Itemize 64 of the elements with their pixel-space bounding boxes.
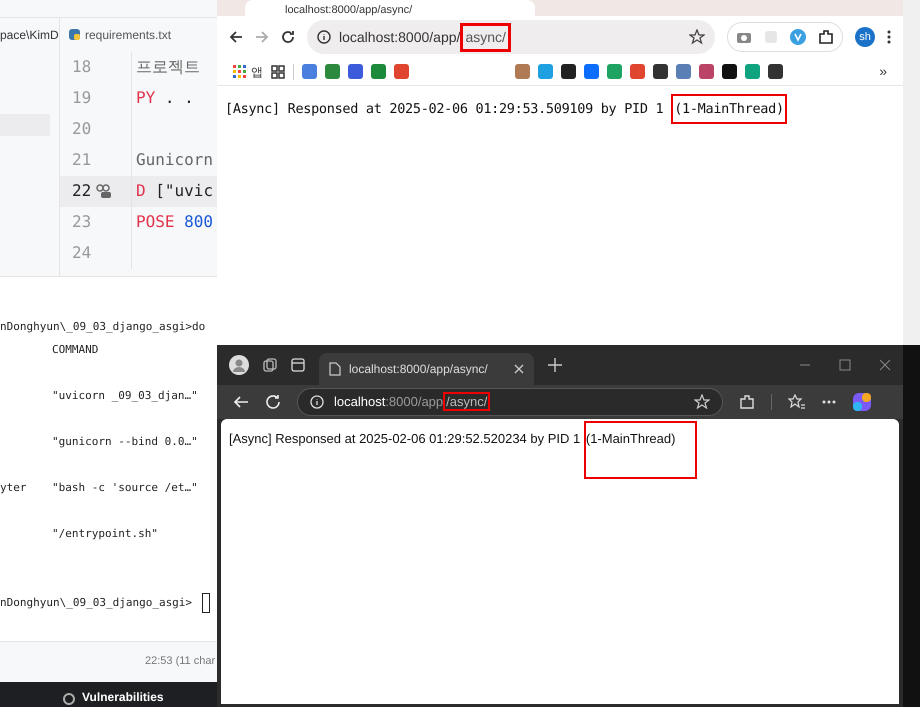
address-bar[interactable]: localhost:8000/app/ async/ [307,20,715,54]
status-text: 22:53 (11 char [145,654,216,670]
star-icon[interactable] [689,29,705,45]
line-number: 20 [72,118,92,140]
terminal-text: "/entrypoint.sh" [52,526,158,542]
highlighted-text: (1-MainThread) [671,94,787,124]
terminal-text: nDonghyun\_09_03_django_asgi> [0,594,192,611]
bookmark-icon[interactable] [768,64,783,79]
page-text: [Async] Responsed at 2025-02-06 01:29:52.520234 by PID 1 [229,430,582,448]
editor-tab[interactable]: requirements.txt [60,18,217,52]
extension-icon[interactable] [790,29,806,45]
workspaces-icon[interactable] [263,358,277,372]
more-icon[interactable] [887,30,891,44]
close-icon[interactable] [879,359,891,371]
terminal-text: "bash -c 'source /et…" [52,480,198,496]
line-number: 24 [72,242,92,264]
terminal-text: "uvicorn _09_03_djan…" [52,388,198,404]
bookmark-icon[interactable] [722,64,737,79]
browser-tab[interactable]: localhost:8000/app/async/ [245,0,535,16]
puzzle-icon[interactable] [818,29,834,45]
line-number: 21 [72,149,92,172]
extensions-icon[interactable] [739,394,755,410]
code-line: D ["uvic [135,180,214,202]
more-icon[interactable] [822,400,836,404]
grid-icon[interactable] [271,64,285,78]
bookmark-icon[interactable] [561,64,576,79]
terminal-text: yter [0,480,26,496]
browser-tab[interactable]: localhost:8000/app/async/ [319,353,534,385]
profile-avatar[interactable]: sh [855,27,875,47]
line-number: 19 [72,87,92,110]
page-icon[interactable] [329,362,341,376]
code-line: Gunicorn [135,149,214,172]
new-tab-icon[interactable] [548,358,562,372]
page-text: [Async] Responsed at 2025-02-06 01:29:53.509109 by PID 1 [225,100,664,119]
close-icon[interactable] [514,364,524,374]
vertical-tabs-icon[interactable] [291,358,305,372]
highlighted-text: /async/ [443,392,490,412]
project-path: pace\KimD [0,26,59,44]
line-number: 22 [72,180,92,202]
camera-icon[interactable] [736,30,752,44]
highlighted-text: async/ [460,22,511,52]
terminal-text: COMMAND [52,342,98,358]
reload-icon[interactable] [281,30,295,44]
line-number: 18 [72,56,92,78]
copilot-icon[interactable] [852,392,872,412]
apps-grid-icon[interactable] [233,64,247,78]
code-line: POSE 800 [135,211,214,234]
favorites-icon[interactable] [788,394,806,410]
users-comment-icon[interactable] [95,184,112,198]
python-file-icon[interactable] [68,28,81,42]
code-line: PY . . [135,87,194,110]
info-icon[interactable] [317,30,331,44]
highlighted-text: (1-MainThread) [584,421,698,478]
terminal-text: "gunicorn --bind 0.0…" [52,434,198,450]
bookmark-icon[interactable] [653,64,668,79]
more-bookmarks-button[interactable]: » [879,61,887,82]
code-line: 프로젝트 [135,56,200,78]
text-cursor [202,592,210,613]
bookmark-label[interactable]: 앱 [251,62,263,80]
profile-icon[interactable] [229,355,249,375]
terminal-text: nDonghyun\_09_03_django_asgi>do [0,318,206,335]
line-number: 23 [72,211,92,234]
maximize-icon[interactable] [839,359,851,371]
back-icon[interactable] [229,30,243,44]
